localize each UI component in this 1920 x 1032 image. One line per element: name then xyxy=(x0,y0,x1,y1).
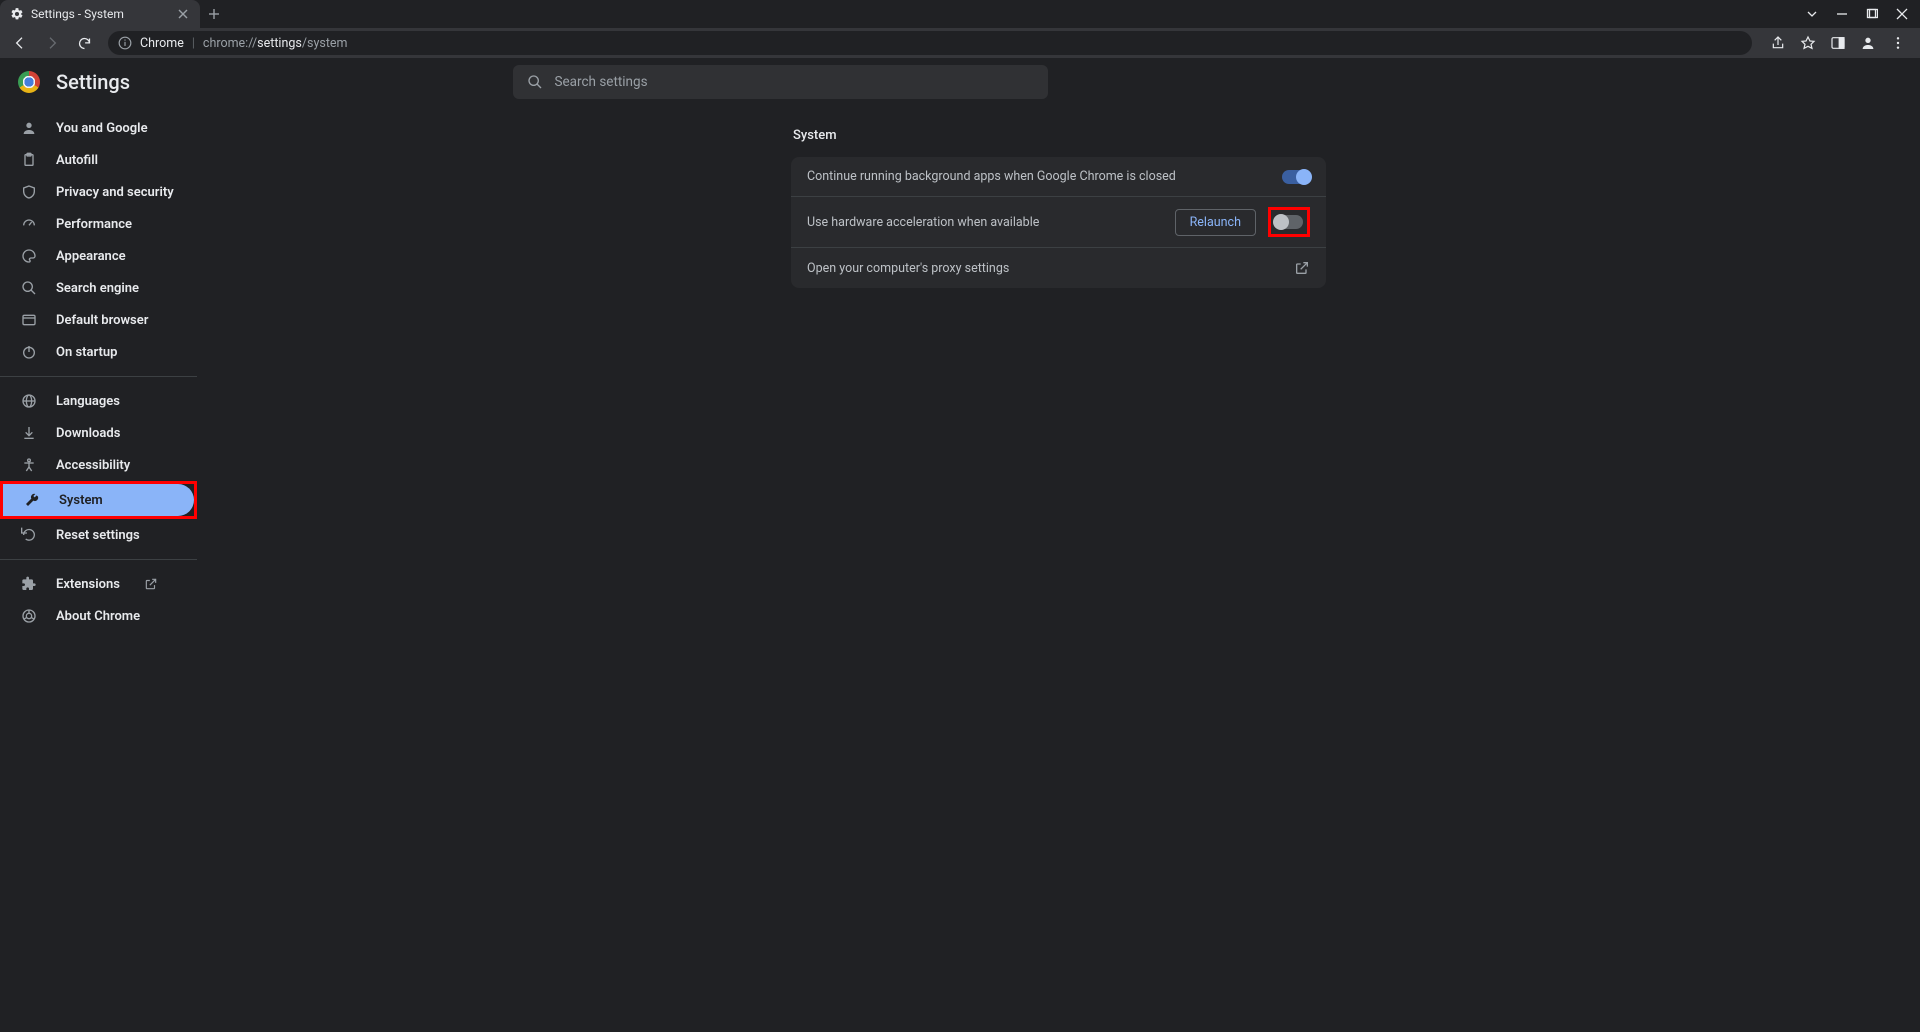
sidebar-item-system[interactable]: System xyxy=(3,484,194,516)
settings-sidebar: You and Google Autofill Privacy and secu… xyxy=(0,106,197,1032)
sidebar-item-extensions[interactable]: Extensions xyxy=(0,568,193,600)
close-icon[interactable] xyxy=(176,7,190,21)
sidebar-item-label: Performance xyxy=(56,217,132,232)
window-controls xyxy=(1806,0,1920,28)
browser-toolbar: Chrome | chrome://settings/system xyxy=(0,28,1920,58)
sidebar-item-about[interactable]: About Chrome xyxy=(0,600,193,632)
accessibility-icon xyxy=(20,456,38,474)
power-icon xyxy=(20,343,38,361)
tabs-dropdown-icon[interactable] xyxy=(1806,8,1818,20)
back-button[interactable] xyxy=(8,31,32,55)
side-panel-icon[interactable] xyxy=(1830,35,1846,51)
sidebar-item-privacy[interactable]: Privacy and security xyxy=(0,176,193,208)
clipboard-icon xyxy=(20,151,38,169)
restore-icon xyxy=(20,526,38,544)
page-title: Settings xyxy=(56,70,130,94)
setting-row-background-apps: Continue running background apps when Go… xyxy=(791,157,1326,197)
download-icon xyxy=(20,424,38,442)
wrench-icon xyxy=(23,491,41,509)
sidebar-item-label: Privacy and security xyxy=(56,185,174,200)
sidebar-divider xyxy=(0,559,197,560)
toggle-hardware-accel[interactable] xyxy=(1275,215,1303,229)
browser-icon xyxy=(20,311,38,329)
sidebar-item-label: Downloads xyxy=(56,426,120,441)
sidebar-item-search-engine[interactable]: Search engine xyxy=(0,272,193,304)
url-scheme-label: Chrome xyxy=(140,36,184,51)
browser-tab-active[interactable]: Settings - System xyxy=(0,0,200,28)
sidebar-item-languages[interactable]: Languages xyxy=(0,385,193,417)
settings-main: System Continue running background apps … xyxy=(197,106,1920,1032)
sidebar-item-label: Appearance xyxy=(56,249,126,264)
sidebar-item-accessibility[interactable]: Accessibility xyxy=(0,449,193,481)
sidebar-item-on-startup[interactable]: On startup xyxy=(0,336,193,368)
search-icon xyxy=(527,74,543,90)
search-placeholder: Search settings xyxy=(555,74,648,90)
sidebar-item-label: Reset settings xyxy=(56,528,140,543)
reload-button[interactable] xyxy=(72,31,96,55)
external-link-icon xyxy=(144,577,158,591)
search-icon xyxy=(20,279,38,297)
sidebar-item-you-and-google[interactable]: You and Google xyxy=(0,112,193,144)
sidebar-item-label: System xyxy=(59,493,103,508)
sidebar-item-downloads[interactable]: Downloads xyxy=(0,417,193,449)
address-bar[interactable]: Chrome | chrome://settings/system xyxy=(108,31,1752,55)
chrome-logo-icon xyxy=(18,71,40,93)
palette-icon xyxy=(20,247,38,265)
highlight-sidebar-system: System xyxy=(0,481,197,519)
section-title: System xyxy=(791,128,1326,143)
sidebar-item-label: Autofill xyxy=(56,153,98,168)
toggle-background-apps[interactable] xyxy=(1282,170,1310,184)
relaunch-button[interactable]: Relaunch xyxy=(1175,209,1256,236)
highlight-hw-toggle xyxy=(1268,207,1310,237)
chrome-icon xyxy=(20,607,38,625)
gear-icon xyxy=(10,7,24,21)
profile-icon[interactable] xyxy=(1860,35,1876,51)
new-tab-button[interactable] xyxy=(200,0,228,28)
shield-icon xyxy=(20,183,38,201)
minimize-icon[interactable] xyxy=(1836,8,1848,20)
sidebar-item-label: Extensions xyxy=(56,577,120,592)
sidebar-item-label: Search engine xyxy=(56,281,139,296)
globe-icon xyxy=(20,392,38,410)
setting-label: Use hardware acceleration when available xyxy=(807,215,1163,230)
setting-row-proxy[interactable]: Open your computer's proxy settings xyxy=(791,248,1326,288)
browser-tab-strip: Settings - System xyxy=(0,0,1920,28)
sidebar-item-label: Default browser xyxy=(56,313,148,328)
close-window-icon[interactable] xyxy=(1896,8,1908,20)
sidebar-item-appearance[interactable]: Appearance xyxy=(0,240,193,272)
external-link-icon xyxy=(1294,260,1310,276)
sidebar-item-default-browser[interactable]: Default browser xyxy=(0,304,193,336)
search-settings-input[interactable]: Search settings xyxy=(513,65,1048,99)
setting-label: Open your computer's proxy settings xyxy=(807,261,1282,276)
tab-title: Settings - System xyxy=(31,7,169,21)
bookmark-icon[interactable] xyxy=(1800,35,1816,51)
setting-label: Continue running background apps when Go… xyxy=(807,169,1270,184)
sidebar-item-performance[interactable]: Performance xyxy=(0,208,193,240)
setting-row-hardware-accel: Use hardware acceleration when available… xyxy=(791,197,1326,248)
url-text: chrome://settings/system xyxy=(203,36,348,51)
sidebar-item-label: On startup xyxy=(56,345,117,360)
site-info-icon[interactable] xyxy=(118,36,132,50)
sidebar-item-label: You and Google xyxy=(56,121,148,136)
settings-header: Settings Search settings xyxy=(0,58,1920,106)
sidebar-item-label: Accessibility xyxy=(56,458,130,473)
sidebar-item-label: About Chrome xyxy=(56,609,140,624)
speedometer-icon xyxy=(20,215,38,233)
share-icon[interactable] xyxy=(1770,35,1786,51)
forward-button[interactable] xyxy=(40,31,64,55)
sidebar-divider xyxy=(0,376,197,377)
menu-icon[interactable] xyxy=(1890,35,1906,51)
puzzle-icon xyxy=(20,575,38,593)
sidebar-item-reset[interactable]: Reset settings xyxy=(0,519,193,551)
sidebar-item-autofill[interactable]: Autofill xyxy=(0,144,193,176)
maximize-icon[interactable] xyxy=(1866,8,1878,20)
system-settings-card: Continue running background apps when Go… xyxy=(791,157,1326,288)
sidebar-item-label: Languages xyxy=(56,394,120,409)
person-icon xyxy=(20,119,38,137)
